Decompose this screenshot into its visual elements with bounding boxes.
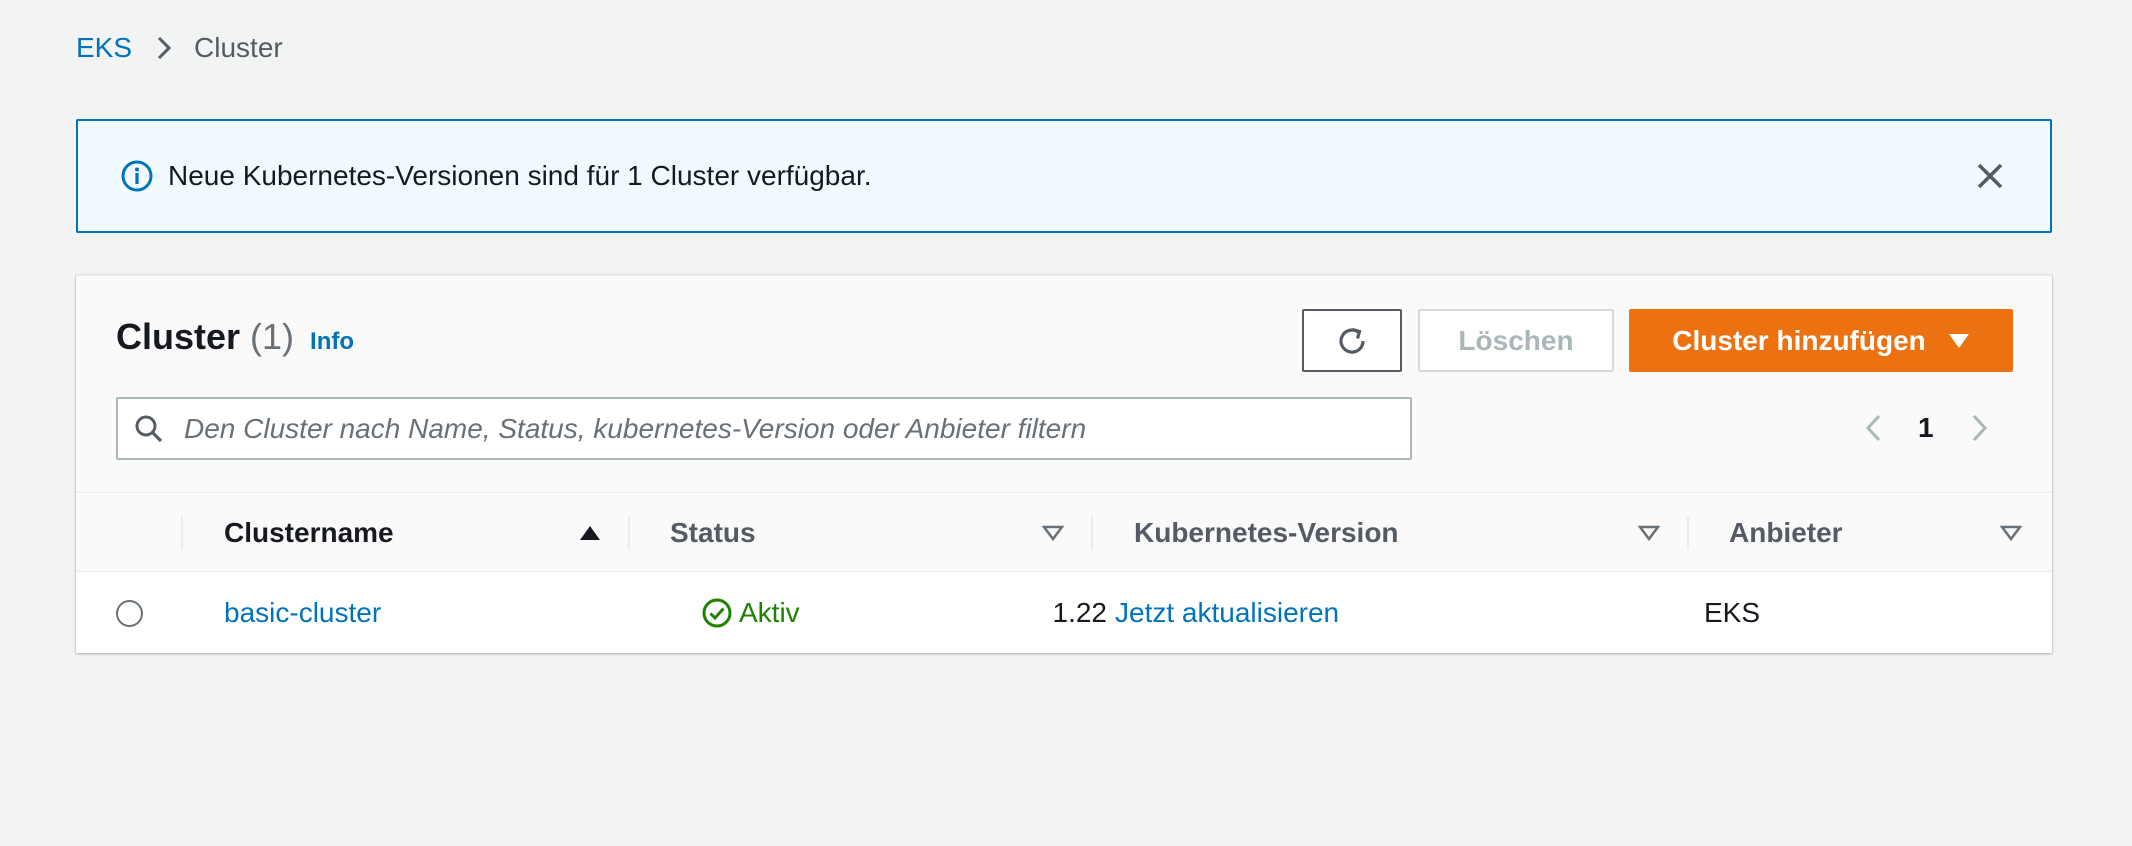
sort-icon[interactable] xyxy=(2000,494,2022,572)
add-cluster-button[interactable]: Cluster hinzufügen xyxy=(1629,309,2013,372)
cluster-count: (1) xyxy=(250,316,295,357)
cluster-table-container: Cluster (1) Info Löschen Cluster hinzufü… xyxy=(76,275,2052,653)
provider-value: EKS xyxy=(1704,597,1761,628)
chevron-right-icon xyxy=(156,35,172,61)
table-header: Clustername Status Kubernetes-Version An… xyxy=(76,494,2052,572)
breadcrumb-eks-link[interactable]: EKS xyxy=(76,30,132,66)
row-select-radio[interactable] xyxy=(116,600,143,627)
status-cell: Aktiv xyxy=(701,573,800,653)
flash-message: Neue Kubernetes-Versionen sind für 1 Clu… xyxy=(168,160,872,191)
search-input[interactable] xyxy=(184,412,1410,445)
sort-icon[interactable] xyxy=(1042,494,1064,572)
update-now-link[interactable]: Jetzt aktualisieren xyxy=(1115,573,1339,653)
refresh-icon xyxy=(1334,323,1370,359)
close-icon[interactable] xyxy=(1972,158,2008,194)
column-divider xyxy=(1687,516,1689,550)
column-header-anbieter[interactable]: Anbieter xyxy=(1729,494,1843,572)
sort-ascending-icon[interactable] xyxy=(579,494,601,572)
column-divider xyxy=(1091,516,1093,550)
kubernetes-version-value: 1.22 xyxy=(1052,597,1108,628)
column-header-status[interactable]: Status xyxy=(670,494,756,572)
delete-button[interactable]: Löschen xyxy=(1418,309,1614,372)
page-title: Cluster xyxy=(116,316,241,357)
refresh-button[interactable] xyxy=(1302,309,1402,372)
search-icon xyxy=(134,414,164,444)
table-row: basic-cluster Aktiv 1.22 Jetzt aktualisi… xyxy=(76,573,2052,653)
sort-icon[interactable] xyxy=(1638,494,1660,572)
column-header-clustername[interactable]: Clustername xyxy=(224,494,394,572)
column-divider xyxy=(628,516,630,550)
breadcrumb: EKS Cluster xyxy=(76,30,283,66)
status-success-icon xyxy=(701,597,733,629)
info-flash-banner: Neue Kubernetes-Versionen sind für 1 Clu… xyxy=(76,119,2052,233)
status-text: Aktiv xyxy=(739,597,800,628)
info-icon xyxy=(120,159,154,193)
page-number[interactable]: 1 xyxy=(1918,412,1934,444)
add-cluster-label: Cluster hinzufügen xyxy=(1672,324,1926,356)
caret-down-icon xyxy=(1948,333,1970,349)
search-field xyxy=(116,397,1412,460)
cluster-name-link[interactable]: basic-cluster xyxy=(224,573,381,653)
info-link[interactable]: Info xyxy=(310,328,354,356)
container-header: Cluster (1) Info Löschen Cluster hinzufü… xyxy=(76,276,2052,493)
chevron-left-icon[interactable] xyxy=(1858,406,1888,450)
pagination: 1 xyxy=(1858,406,1995,450)
breadcrumb-current: Cluster xyxy=(194,32,283,63)
column-header-kubernetes-version[interactable]: Kubernetes-Version xyxy=(1134,494,1399,572)
header-title-row: Cluster (1) Info xyxy=(116,316,354,358)
chevron-right-icon[interactable] xyxy=(1965,406,1995,450)
page: EKS Cluster Neue Kubernetes-Versionen si… xyxy=(0,0,2132,846)
column-divider xyxy=(181,516,183,550)
